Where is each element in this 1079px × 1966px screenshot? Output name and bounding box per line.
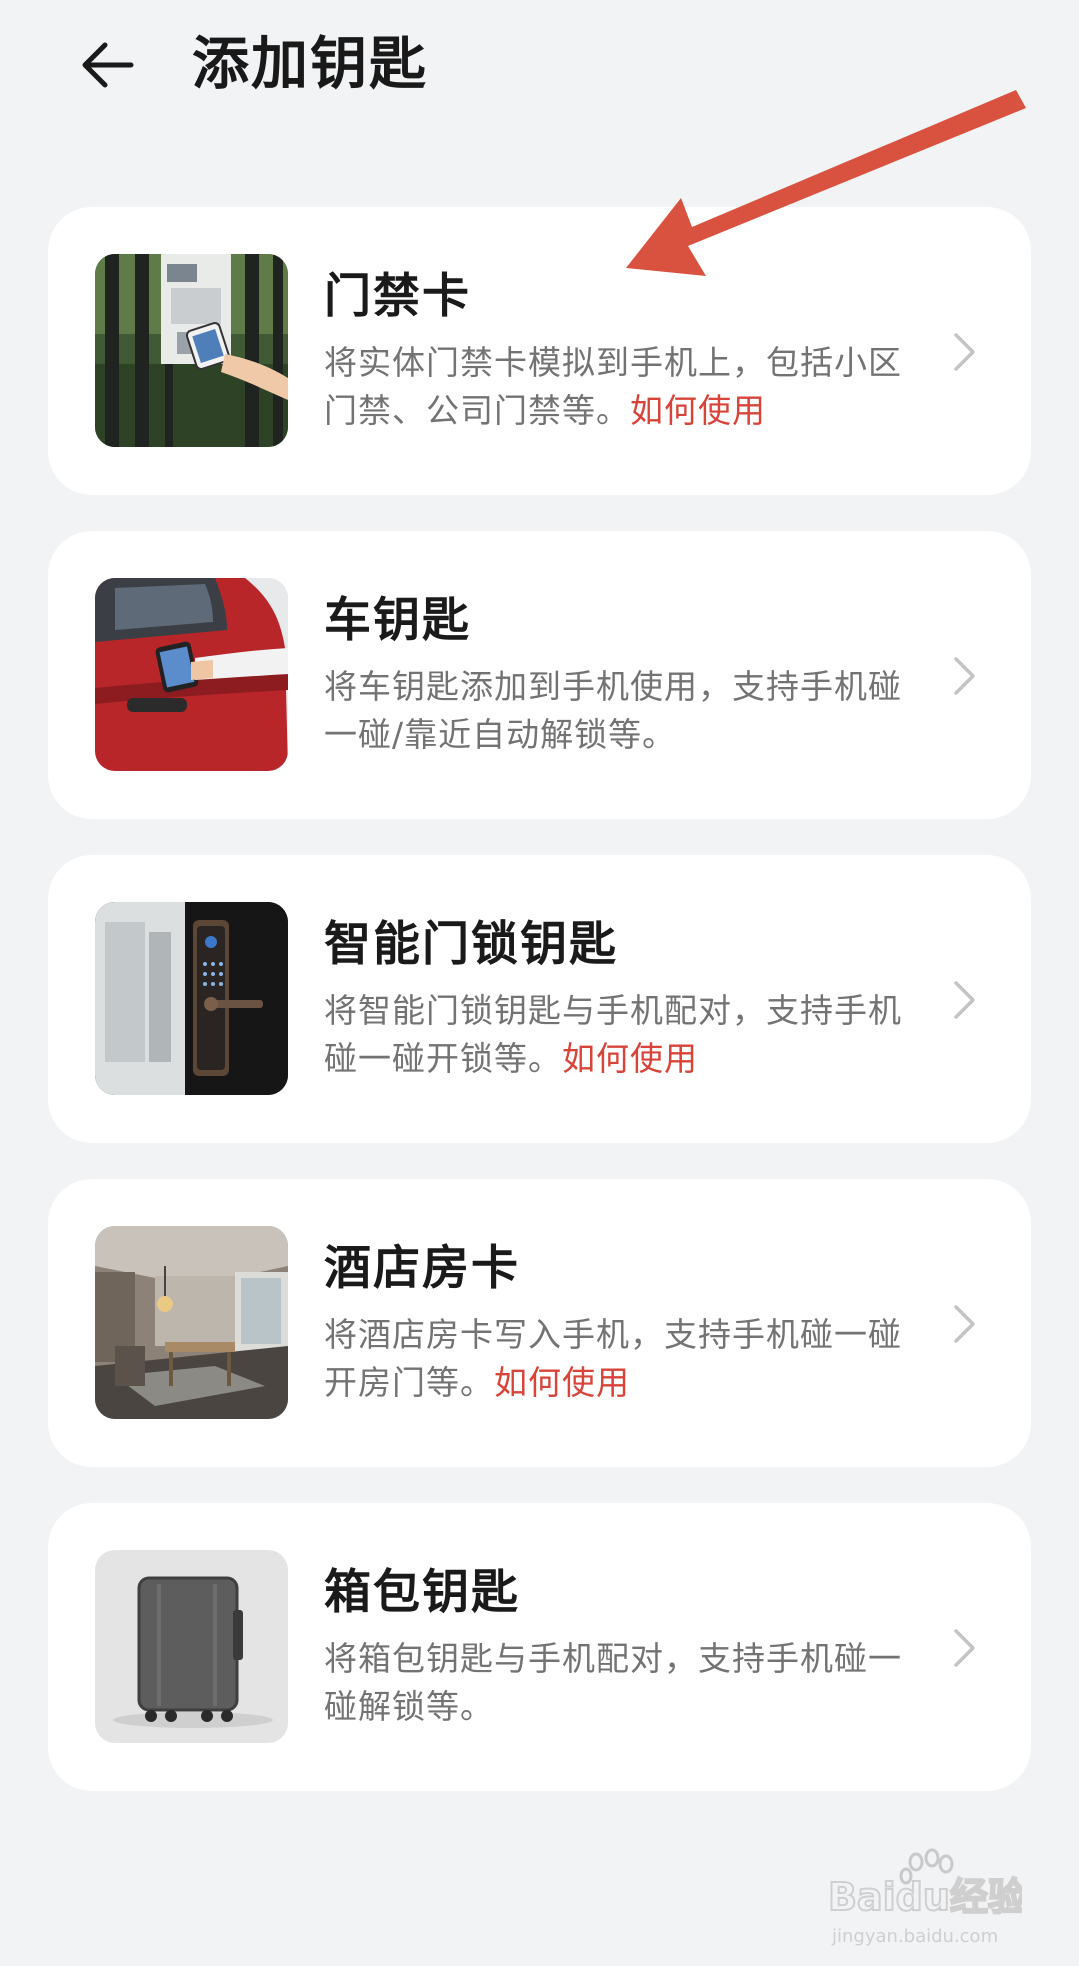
key-title: 智能门锁钥匙 <box>324 917 618 972</box>
key-description-text: 将车钥匙添加到手机使用，支持手机碰一碰/靠近自动解锁等。 <box>324 667 902 754</box>
page-title: 添加钥匙 <box>192 31 428 97</box>
key-card-access[interactable]: 门禁卡 将实体门禁卡模拟到手机上，包括小区门禁、公司门禁等。如何使用 <box>48 207 1031 495</box>
key-description-text: 将箱包钥匙与手机配对，支持手机碰一碰解锁等。 <box>324 1639 902 1726</box>
key-description: 将车钥匙添加到手机使用，支持手机碰一碰/靠近自动解锁等。 <box>324 663 914 759</box>
svg-text:jingyan.baidu.com: jingyan.baidu.com <box>831 1926 998 1947</box>
key-card-hotel[interactable]: 酒店房卡 将酒店房卡写入手机，支持手机碰一碰开房门等。如何使用 <box>48 1179 1031 1467</box>
title-bar: 添加钥匙 <box>0 0 1079 130</box>
hotel-room-image <box>95 1226 288 1419</box>
chevron-right-icon <box>954 981 975 1019</box>
car-image <box>95 578 288 771</box>
key-description: 将智能门锁钥匙与手机配对，支持手机碰一碰开锁等。如何使用 <box>324 987 914 1083</box>
arrow-left-icon <box>82 42 134 88</box>
chevron-right-icon <box>954 1629 975 1667</box>
back-button[interactable] <box>70 28 144 102</box>
access-card-image <box>95 254 288 447</box>
how-to-use-link[interactable]: 如何使用 <box>630 391 766 430</box>
key-title: 酒店房卡 <box>324 1241 520 1296</box>
key-card-smart-lock[interactable]: 智能门锁钥匙 将智能门锁钥匙与手机配对，支持手机碰一碰开锁等。如何使用 <box>48 855 1031 1143</box>
key-description: 将箱包钥匙与手机配对，支持手机碰一碰解锁等。 <box>324 1635 914 1731</box>
chevron-right-icon <box>954 657 975 695</box>
key-title: 门禁卡 <box>324 269 471 324</box>
key-card-car[interactable]: 车钥匙 将车钥匙添加到手机使用，支持手机碰一碰/靠近自动解锁等。 <box>48 531 1031 819</box>
key-title: 箱包钥匙 <box>324 1565 520 1620</box>
svg-text:Baidu经验: Baidu经验 <box>828 1875 1022 1919</box>
chevron-right-icon <box>954 333 975 371</box>
baidu-watermark-logo: Baidu经验 jingyan.baidu.com <box>827 1848 1022 1947</box>
smart-lock-image <box>95 902 288 1095</box>
key-description: 将酒店房卡写入手机，支持手机碰一碰开房门等。如何使用 <box>324 1311 914 1407</box>
key-title: 车钥匙 <box>324 593 471 648</box>
suitcase-image <box>95 1550 288 1743</box>
key-description-text: 将实体门禁卡模拟到手机上，包括小区门禁、公司门禁等。 <box>324 343 902 430</box>
how-to-use-link[interactable]: 如何使用 <box>562 1039 698 1078</box>
key-description: 将实体门禁卡模拟到手机上，包括小区门禁、公司门禁等。如何使用 <box>324 339 914 435</box>
chevron-right-icon <box>954 1305 975 1343</box>
key-card-luggage[interactable]: 箱包钥匙 将箱包钥匙与手机配对，支持手机碰一碰解锁等。 <box>48 1503 1031 1791</box>
how-to-use-link[interactable]: 如何使用 <box>494 1363 630 1402</box>
